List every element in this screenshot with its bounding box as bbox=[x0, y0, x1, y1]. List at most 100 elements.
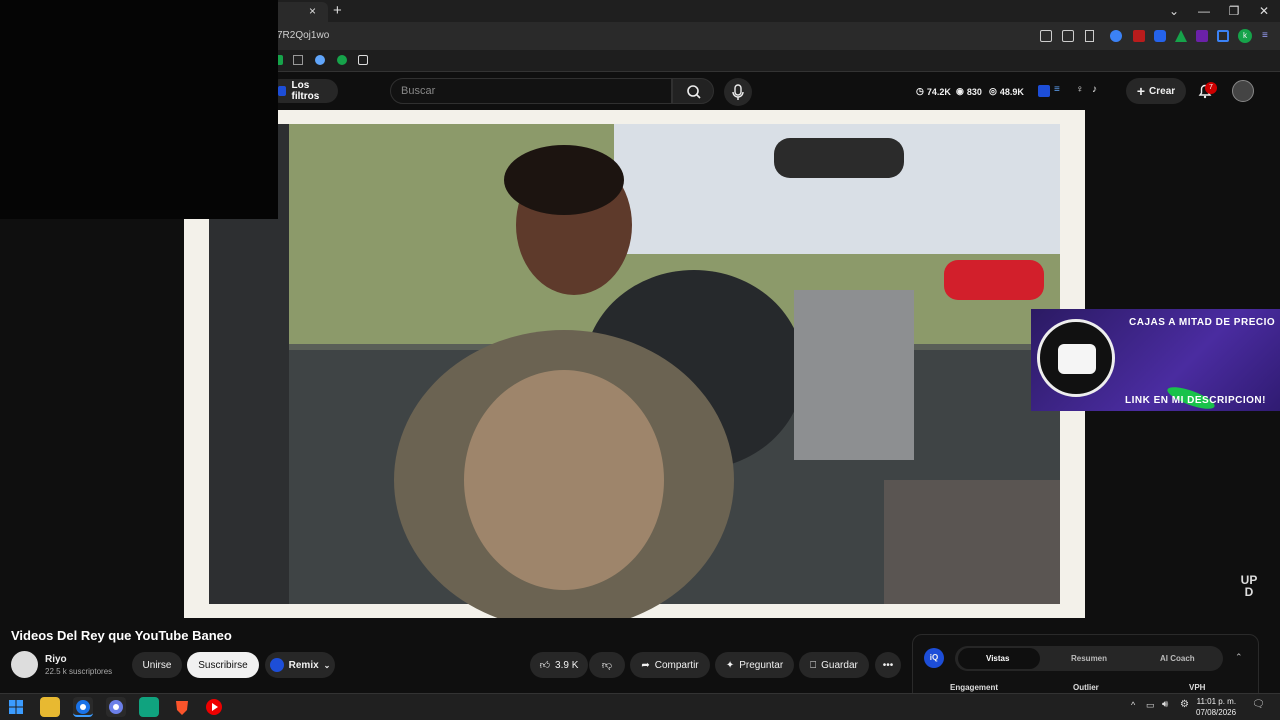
like-count: 3.9 K bbox=[555, 659, 579, 671]
tab-resumen[interactable]: Resumen bbox=[1071, 654, 1107, 663]
chrome-profile-icon[interactable] bbox=[106, 697, 126, 717]
promo-bottom-text: LINK EN MI DESCRIPCION! bbox=[1125, 395, 1266, 406]
bell-small-icon[interactable]: ♪ bbox=[1092, 84, 1097, 95]
channel-name[interactable]: Riyo bbox=[45, 654, 67, 665]
extension-puzzle-icon[interactable] bbox=[1154, 30, 1166, 42]
mic-icon bbox=[732, 84, 744, 100]
like-button[interactable]: 👍︎ 3.9 K bbox=[530, 652, 588, 678]
ask-label: Preguntar bbox=[739, 659, 784, 671]
header-vph: VPH bbox=[1189, 683, 1206, 692]
save-bookmark-icon: ⎕ bbox=[810, 659, 817, 671]
minimize-button[interactable]: — bbox=[1196, 3, 1212, 19]
menu-icon[interactable]: ≡ bbox=[1262, 30, 1270, 42]
list-icon[interactable]: ≡ bbox=[1054, 84, 1060, 95]
bookmark-round-icon[interactable] bbox=[337, 55, 347, 65]
panel-iq-badge: iQ bbox=[924, 648, 944, 668]
system-clock[interactable]: 11:01 p. m. 07/08/2026 bbox=[1196, 696, 1236, 718]
bookmark-terminal-icon[interactable] bbox=[293, 55, 303, 65]
channel-subscribers: 22.5 k suscriptores bbox=[45, 667, 113, 676]
install-icon[interactable] bbox=[1040, 30, 1052, 42]
search-placeholder: Buscar bbox=[401, 85, 436, 97]
notification-center-icon[interactable]: 🗨︎ bbox=[1252, 699, 1265, 710]
maximize-button[interactable]: ❐ bbox=[1226, 3, 1242, 19]
promo-top-text: CAJAS A MITAD DE PRECIO bbox=[1129, 317, 1276, 328]
remix-button[interactable]: Remix ⌄ bbox=[265, 652, 335, 678]
iq-icon[interactable] bbox=[1038, 85, 1050, 97]
remix-label: Remix bbox=[288, 659, 319, 671]
channel-avatar[interactable] bbox=[11, 651, 38, 678]
extension-purple-icon[interactable] bbox=[1196, 30, 1208, 42]
stat-watch: ◎ 48.9K bbox=[989, 86, 1024, 97]
share-button[interactable]: ➦ Compartir bbox=[630, 652, 710, 678]
stat-watch-value: 48.9K bbox=[999, 86, 1024, 97]
thumbs-down-icon: 👎︎ bbox=[601, 660, 613, 671]
bookmark-icon[interactable] bbox=[1085, 30, 1094, 42]
dislike-button[interactable]: 👎︎ bbox=[589, 652, 625, 678]
ask-button[interactable]: ✦ Preguntar bbox=[715, 652, 794, 678]
create-button[interactable]: + Crear bbox=[1126, 78, 1186, 104]
award-icon[interactable]: ♀ bbox=[1076, 84, 1084, 95]
more-actions-button[interactable]: ••• bbox=[875, 652, 901, 678]
create-label: Crear bbox=[1149, 85, 1176, 97]
webcam-overlay bbox=[0, 0, 278, 219]
chrome-icon[interactable] bbox=[73, 697, 93, 717]
stat-views: ◷ 74.2K bbox=[916, 86, 951, 97]
youtube-app-icon[interactable] bbox=[204, 697, 224, 717]
windows-taskbar bbox=[0, 693, 1280, 720]
tab-ai-coach[interactable]: AI Coach bbox=[1160, 654, 1195, 663]
clock-date: 07/08/2026 bbox=[1196, 708, 1237, 717]
settings-gear-icon[interactable]: ⚙ bbox=[1180, 699, 1189, 710]
subscribe-button[interactable]: Suscribirse bbox=[187, 652, 259, 678]
eye-outline-icon: ◎ bbox=[989, 86, 997, 96]
video-frame bbox=[209, 124, 1060, 618]
file-explorer-icon[interactable] bbox=[40, 697, 60, 717]
tab-vistas[interactable]: Vistas bbox=[986, 654, 1009, 663]
new-tab-button[interactable]: + bbox=[333, 2, 342, 19]
active-tab[interactable] bbox=[270, 2, 328, 22]
voice-search-button[interactable] bbox=[724, 78, 752, 106]
tab-close-button[interactable]: × bbox=[309, 4, 316, 18]
network-icon[interactable]: ▭ bbox=[1146, 700, 1155, 711]
share-label: Compartir bbox=[654, 659, 699, 671]
profile-icon[interactable]: k bbox=[1238, 29, 1252, 43]
promo-overlay: CAJAS A MITAD DE PRECIO LINK EN MI DESCR… bbox=[1031, 309, 1280, 414]
brave-icon[interactable] bbox=[172, 697, 192, 717]
plus-icon: + bbox=[1136, 83, 1146, 99]
search-button[interactable] bbox=[672, 78, 714, 104]
bookmark-gpt-icon[interactable] bbox=[358, 55, 368, 65]
search-input[interactable]: Buscar bbox=[390, 78, 672, 104]
iq-badge-icon bbox=[269, 658, 284, 672]
header-engagement: Engagement bbox=[950, 683, 999, 692]
eye-icon: ◉ bbox=[956, 86, 964, 96]
filters-chip[interactable]: Los filtros bbox=[268, 79, 338, 103]
volume-icon[interactable]: 🔊︎ bbox=[1162, 699, 1168, 710]
tray-chevron-icon[interactable]: ^ bbox=[1131, 700, 1135, 710]
thumbs-up-icon: 👍︎ bbox=[539, 660, 551, 671]
windows-logo-icon bbox=[9, 700, 23, 714]
collapse-chevron-icon[interactable]: ⌃ bbox=[1235, 652, 1243, 663]
bookmark-blue-icon[interactable] bbox=[315, 55, 325, 65]
chevron-down-icon: ⌄ bbox=[323, 660, 331, 670]
account-avatar[interactable] bbox=[1232, 80, 1254, 102]
stat-views-value: 74.2K bbox=[926, 86, 951, 97]
start-button[interactable] bbox=[6, 697, 26, 717]
filters-label: Los filtros bbox=[291, 80, 320, 102]
tab-search-icon[interactable]: ⌄ bbox=[1166, 3, 1182, 19]
video-player[interactable] bbox=[184, 110, 1085, 618]
more-icon: ••• bbox=[882, 659, 894, 671]
save-button[interactable]: ⎕ Guardar bbox=[799, 652, 869, 678]
share-arrow-icon: ➦ bbox=[641, 659, 650, 671]
chatgpt-icon[interactable] bbox=[139, 697, 159, 717]
join-button[interactable]: Unirse bbox=[132, 652, 182, 678]
extension-wave-icon[interactable] bbox=[1110, 30, 1122, 42]
extension-badge-icon[interactable] bbox=[1133, 30, 1145, 42]
stat-likes: ◉ 830 bbox=[956, 86, 982, 97]
close-window-button[interactable]: ✕ bbox=[1256, 3, 1272, 19]
clock-icon: ◷ bbox=[916, 86, 924, 96]
sidepanel-icon[interactable] bbox=[1217, 30, 1229, 42]
share-icon[interactable] bbox=[1062, 30, 1074, 42]
channel-watermark[interactable]: UP D bbox=[1236, 574, 1262, 602]
url-text[interactable]: 7R2Qoj1wo bbox=[277, 30, 329, 41]
save-label: Guardar bbox=[821, 659, 858, 671]
video-title: Videos Del Rey que YouTube Baneo bbox=[11, 628, 232, 643]
